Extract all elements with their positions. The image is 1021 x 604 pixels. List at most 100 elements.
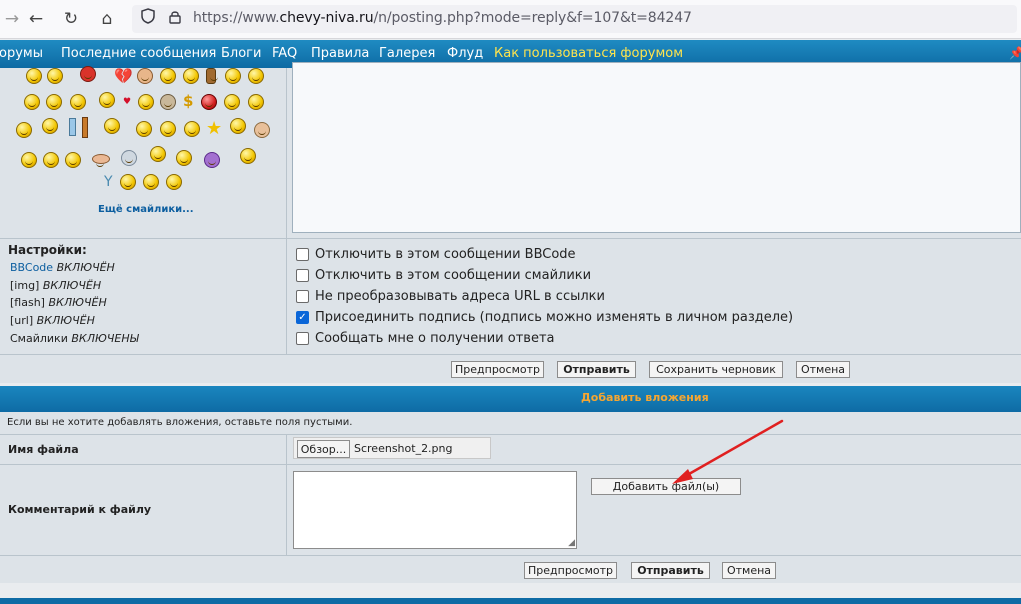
lock-icon[interactable]: [163, 7, 187, 31]
smiley-icon[interactable]: [248, 94, 264, 110]
back-icon[interactable]: ←: [24, 7, 48, 31]
setting-img: [img] ВКЛЮЧЁН: [10, 279, 101, 292]
nav-gallery[interactable]: Галерея: [379, 46, 435, 61]
smiley-icon[interactable]: [206, 68, 218, 84]
smiley-icon[interactable]: [70, 94, 86, 110]
heart-icon[interactable]: ♥: [123, 97, 131, 107]
browser-toolbar: → ← ↻ ⌂ https://www.chevy-niva.ru/n/post…: [0, 0, 1021, 39]
smiley-icon[interactable]: [43, 152, 59, 168]
bbcode-link[interactable]: BBCode: [10, 261, 53, 274]
smiley-icon[interactable]: [120, 174, 136, 190]
comment-textarea[interactable]: ◢: [293, 471, 577, 549]
smiley-icon[interactable]: [230, 118, 246, 134]
buttons-row-bottom: [0, 556, 1021, 583]
option-label: Сообщать мне о получении ответа: [315, 331, 555, 346]
option-label: Отключить в этом сообщении BBCode: [315, 247, 576, 262]
cancel-button[interactable]: Отмена: [796, 361, 850, 378]
home-icon[interactable]: ⌂: [95, 7, 119, 31]
smiley-icon[interactable]: [254, 122, 270, 138]
url-prefix: https://www.: [193, 10, 280, 26]
stick-icon[interactable]: [69, 118, 76, 136]
star-icon[interactable]: ★: [206, 118, 222, 139]
smiley-icon[interactable]: [137, 68, 153, 84]
smiley-icon[interactable]: [176, 150, 192, 166]
smiley-icon[interactable]: [201, 94, 217, 110]
smiley-icon[interactable]: [160, 94, 176, 110]
attachments-header: Добавить вложения: [0, 386, 1021, 412]
smiley-icon[interactable]: [166, 174, 182, 190]
broken-heart-icon[interactable]: 💔: [114, 67, 133, 85]
smiley-icon[interactable]: [240, 148, 256, 164]
browse-button[interactable]: Обзор...: [297, 440, 350, 458]
more-smilies-link[interactable]: Ещё смайлики...: [98, 204, 194, 215]
nav-latest-posts[interactable]: Последние сообщения: [61, 46, 216, 61]
selected-file-name: Screenshot_2.png: [354, 442, 453, 455]
nav-how-to-use[interactable]: Как пользоваться форумом: [494, 46, 683, 61]
save-draft-button[interactable]: Сохранить черновик: [649, 361, 783, 378]
message-textarea[interactable]: [292, 62, 1021, 233]
nav-faq[interactable]: FAQ: [272, 46, 297, 61]
smiley-icon[interactable]: [143, 174, 159, 190]
reload-icon[interactable]: ↻: [59, 7, 83, 31]
setting-state: ВКЛЮЧЁН: [56, 261, 115, 274]
smiley-icon[interactable]: [225, 68, 241, 84]
dollar-icon[interactable]: $: [183, 92, 193, 110]
cocktail-icon[interactable]: Y: [104, 174, 113, 190]
smiley-icon[interactable]: [26, 68, 42, 84]
submit-button-bottom[interactable]: Отправить: [631, 562, 710, 579]
attachments-title: Добавить вложения: [581, 391, 709, 404]
bottom-bar: [0, 598, 1021, 604]
nav-forums[interactable]: орумы: [0, 46, 43, 61]
smiley-icon[interactable]: [138, 94, 154, 110]
smiley-icon[interactable]: [160, 121, 176, 137]
setting-name: Смайлики: [10, 332, 68, 345]
setting-name: [flash]: [10, 296, 45, 309]
smiley-icon[interactable]: [121, 150, 137, 166]
smiley-icon[interactable]: [150, 146, 166, 162]
cancel-button-bottom[interactable]: Отмена: [722, 562, 776, 579]
option-checkbox-checked[interactable]: ✓: [296, 311, 309, 324]
nav-blogs[interactable]: Блоги: [221, 46, 261, 61]
nav-flood[interactable]: Флуд: [447, 46, 483, 61]
option-checkbox[interactable]: [296, 269, 309, 282]
setting-name: [url]: [10, 314, 34, 327]
url-text[interactable]: https://www.chevy-niva.ru/n/posting.php?…: [193, 10, 692, 26]
smiley-icon[interactable]: [104, 118, 120, 134]
smiley-icon[interactable]: [16, 122, 32, 138]
submit-button[interactable]: Отправить: [557, 361, 636, 378]
stick-icon[interactable]: [82, 117, 88, 138]
option-checkbox[interactable]: [296, 290, 309, 303]
smiley-icon[interactable]: [160, 68, 176, 84]
smiley-icon[interactable]: [65, 152, 81, 168]
attachments-hint: Если вы не хотите добавлять вложения, ос…: [7, 417, 353, 428]
smiley-icon[interactable]: [42, 118, 58, 134]
smiley-icon[interactable]: [21, 152, 37, 168]
comment-label: Комментарий к файлу: [8, 503, 152, 516]
setting-flash: [flash] ВКЛЮЧЁН: [10, 296, 107, 309]
file-input[interactable]: Обзор... Screenshot_2.png: [293, 437, 491, 459]
smiley-icon[interactable]: [204, 152, 220, 168]
pin-icon[interactable]: 📌: [1009, 46, 1021, 60]
smiley-icon[interactable]: [80, 66, 96, 82]
forward-icon[interactable]: →: [0, 7, 24, 31]
smiley-icon[interactable]: [224, 94, 240, 110]
option-checkbox[interactable]: [296, 332, 309, 345]
smiley-icon[interactable]: [92, 154, 110, 167]
preview-button-bottom[interactable]: Предпросмотр: [524, 562, 617, 579]
shield-icon[interactable]: [136, 7, 160, 31]
filename-row: [0, 435, 1021, 464]
preview-button[interactable]: Предпросмотр: [451, 361, 544, 378]
smiley-icon[interactable]: [136, 121, 152, 137]
setting-name: [img]: [10, 279, 40, 292]
smiley-icon[interactable]: [248, 68, 264, 84]
nav-rules[interactable]: Правила: [311, 46, 369, 61]
option-label: Присоединить подпись (подпись можно изме…: [315, 310, 794, 325]
smiley-icon[interactable]: [184, 121, 200, 137]
smiley-icon[interactable]: [183, 68, 199, 84]
smiley-icon[interactable]: [99, 92, 115, 108]
smiley-icon[interactable]: [46, 94, 62, 110]
smiley-icon[interactable]: [47, 68, 63, 84]
option-checkbox[interactable]: [296, 248, 309, 261]
smiley-icon[interactable]: [24, 94, 40, 110]
resize-handle-icon[interactable]: ◢: [568, 538, 575, 548]
